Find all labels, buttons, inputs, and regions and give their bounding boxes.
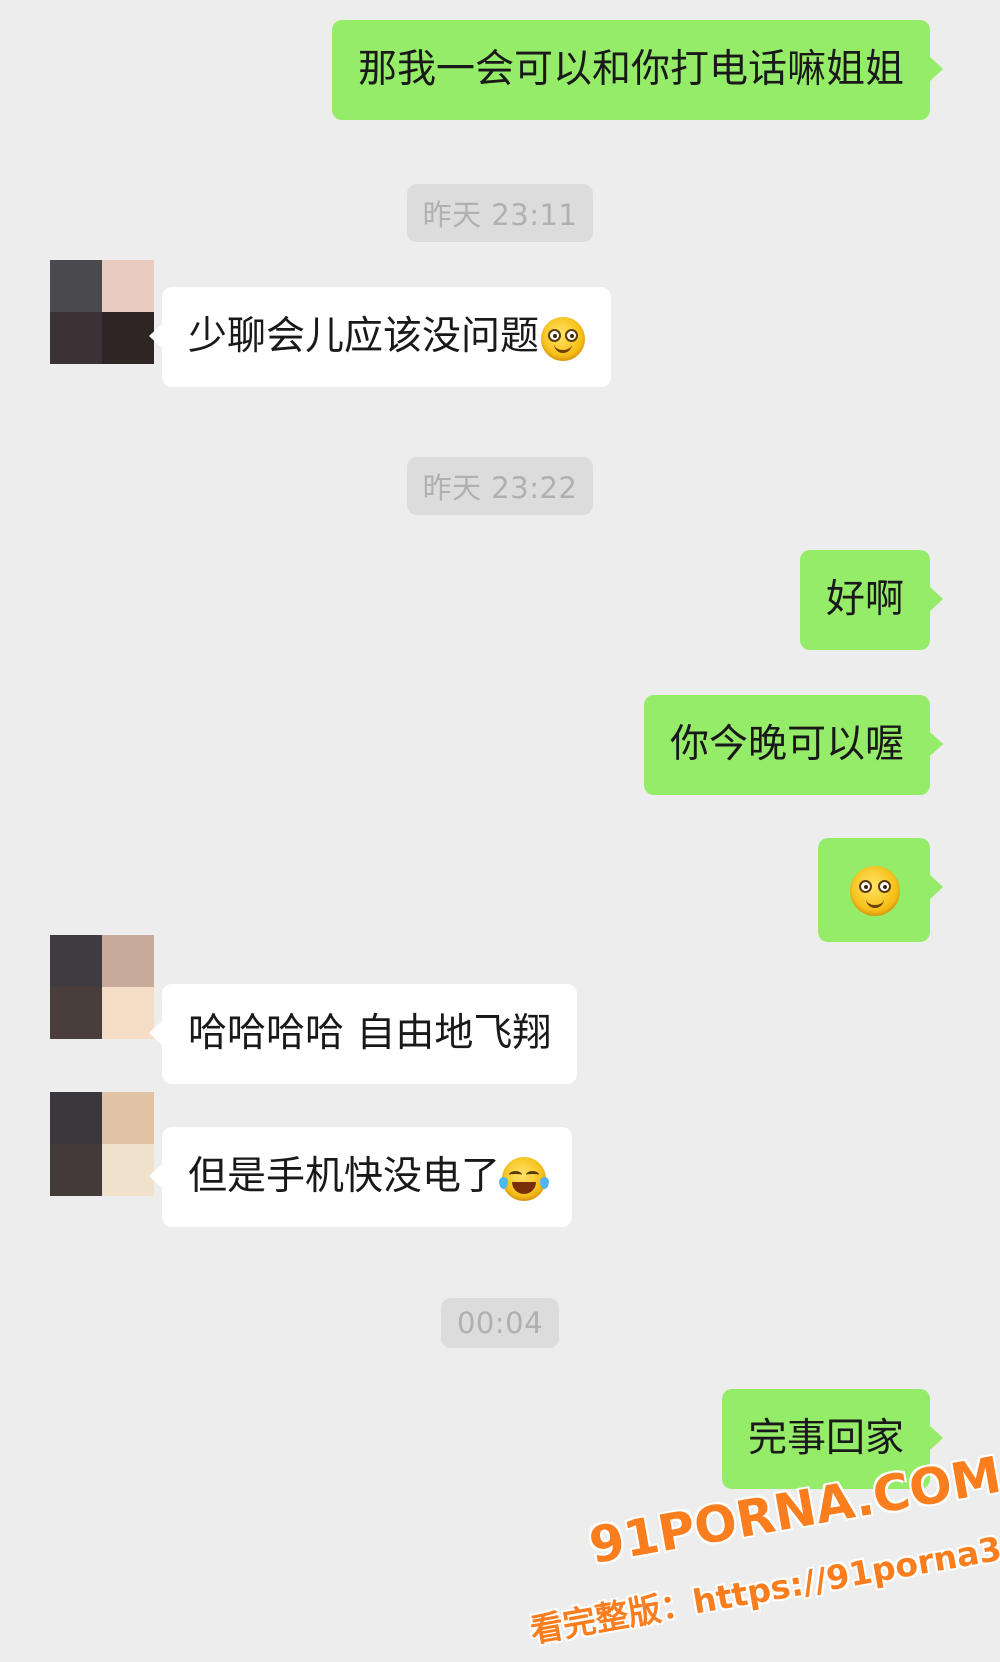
- smirk-emoji-icon: [541, 316, 586, 361]
- message-text: 但是手机快没电了: [188, 1154, 501, 1199]
- message-bubble-incoming[interactable]: 哈哈哈哈 自由地飞翔: [148, 984, 578, 1084]
- message-bubble-outgoing[interactable]: 好啊: [799, 550, 944, 650]
- timestamp-text: 昨天 23:11: [406, 184, 594, 242]
- avatar[interactable]: [50, 935, 154, 1039]
- message-text: 完事回家: [747, 1416, 904, 1461]
- avatar[interactable]: [50, 260, 154, 364]
- message-bubble-outgoing[interactable]: [818, 838, 943, 942]
- avatar[interactable]: [50, 1092, 154, 1196]
- timestamp: 昨天 23:11: [0, 184, 1000, 242]
- message-text: 你今晚可以喔: [669, 722, 904, 767]
- tears-of-joy-emoji-icon: [499, 1156, 550, 1201]
- timestamp-text: 00:04: [440, 1298, 560, 1348]
- timestamp-text: 昨天 23:22: [406, 457, 594, 515]
- message-text: 好啊: [825, 577, 904, 622]
- message-bubble-outgoing[interactable]: 你今晚可以喔: [643, 695, 944, 795]
- timestamp: 00:04: [0, 1298, 1000, 1348]
- smirk-emoji-icon: [850, 865, 900, 916]
- message-text: 少聊会儿应该没问题: [188, 314, 540, 359]
- message-bubble-incoming[interactable]: 少聊会儿应该没问题: [148, 287, 612, 387]
- message-text: 那我一会可以和你打电话嘛姐姐: [357, 47, 904, 92]
- chat-window: 那我一会可以和你打电话嘛姐姐 昨天 23:11 少聊会儿应该没问题 昨天 23:…: [0, 0, 1000, 1662]
- message-bubble-outgoing[interactable]: 那我一会可以和你打电话嘛姐姐: [331, 20, 944, 120]
- message-text: 哈哈哈哈 自由地飞翔: [188, 1011, 552, 1056]
- timestamp: 昨天 23:22: [0, 457, 1000, 515]
- message-bubble-incoming[interactable]: 但是手机快没电了: [148, 1127, 573, 1227]
